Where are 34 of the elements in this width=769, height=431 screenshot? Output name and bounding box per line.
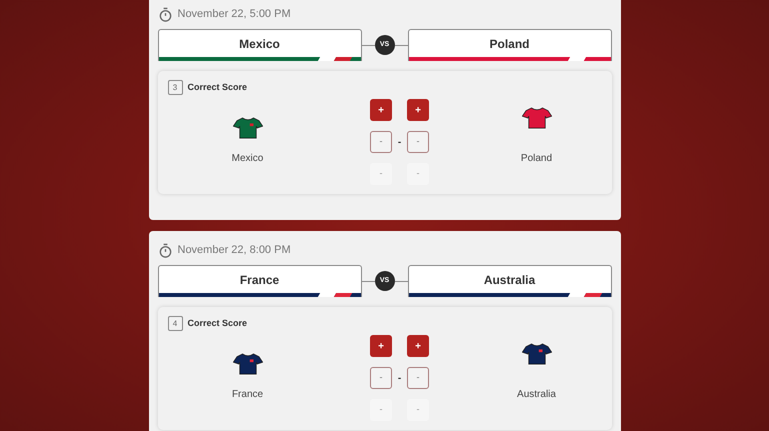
score-separator: - — [396, 136, 402, 150]
stopwatch-icon — [158, 6, 172, 22]
market-number: 4 — [168, 316, 182, 331]
score-field[interactable]: - — [370, 367, 392, 389]
team-label: Mexico — [232, 152, 264, 166]
team-box[interactable]: France — [158, 265, 362, 297]
team-label: France — [232, 388, 264, 402]
score-field[interactable]: - — [407, 367, 429, 389]
jersey-icon — [522, 107, 552, 129]
jersey-icon — [232, 353, 262, 375]
stopwatch-icon — [158, 242, 172, 258]
team-name: Poland — [488, 36, 530, 52]
increment-button[interactable]: + — [407, 99, 429, 121]
team-name: Mexico — [238, 36, 281, 52]
match-time: November 22, 8:00 PM — [178, 242, 291, 258]
team-box[interactable]: Poland — [408, 29, 612, 61]
market-number: 3 — [168, 80, 182, 95]
team-name: France — [238, 272, 280, 288]
score-field[interactable]: - — [370, 131, 392, 153]
team-box[interactable]: Australia — [408, 265, 612, 297]
team-box[interactable]: Mexico — [158, 29, 362, 61]
increment-button[interactable]: + — [370, 99, 392, 121]
score-separator: - — [396, 372, 402, 386]
jersey-icon — [232, 117, 262, 139]
team-label: Poland — [520, 152, 552, 166]
match-time: November 22, 5:00 PM — [178, 6, 291, 22]
increment-button[interactable]: + — [370, 335, 392, 357]
team-name: Australia — [482, 272, 536, 288]
increment-button[interactable]: + — [407, 335, 429, 357]
jersey-icon — [522, 343, 552, 365]
team-label: Australia — [517, 388, 556, 402]
market-title: Correct Score — [188, 80, 248, 94]
market-title: Correct Score — [188, 316, 248, 330]
score-field[interactable]: - — [407, 131, 429, 153]
